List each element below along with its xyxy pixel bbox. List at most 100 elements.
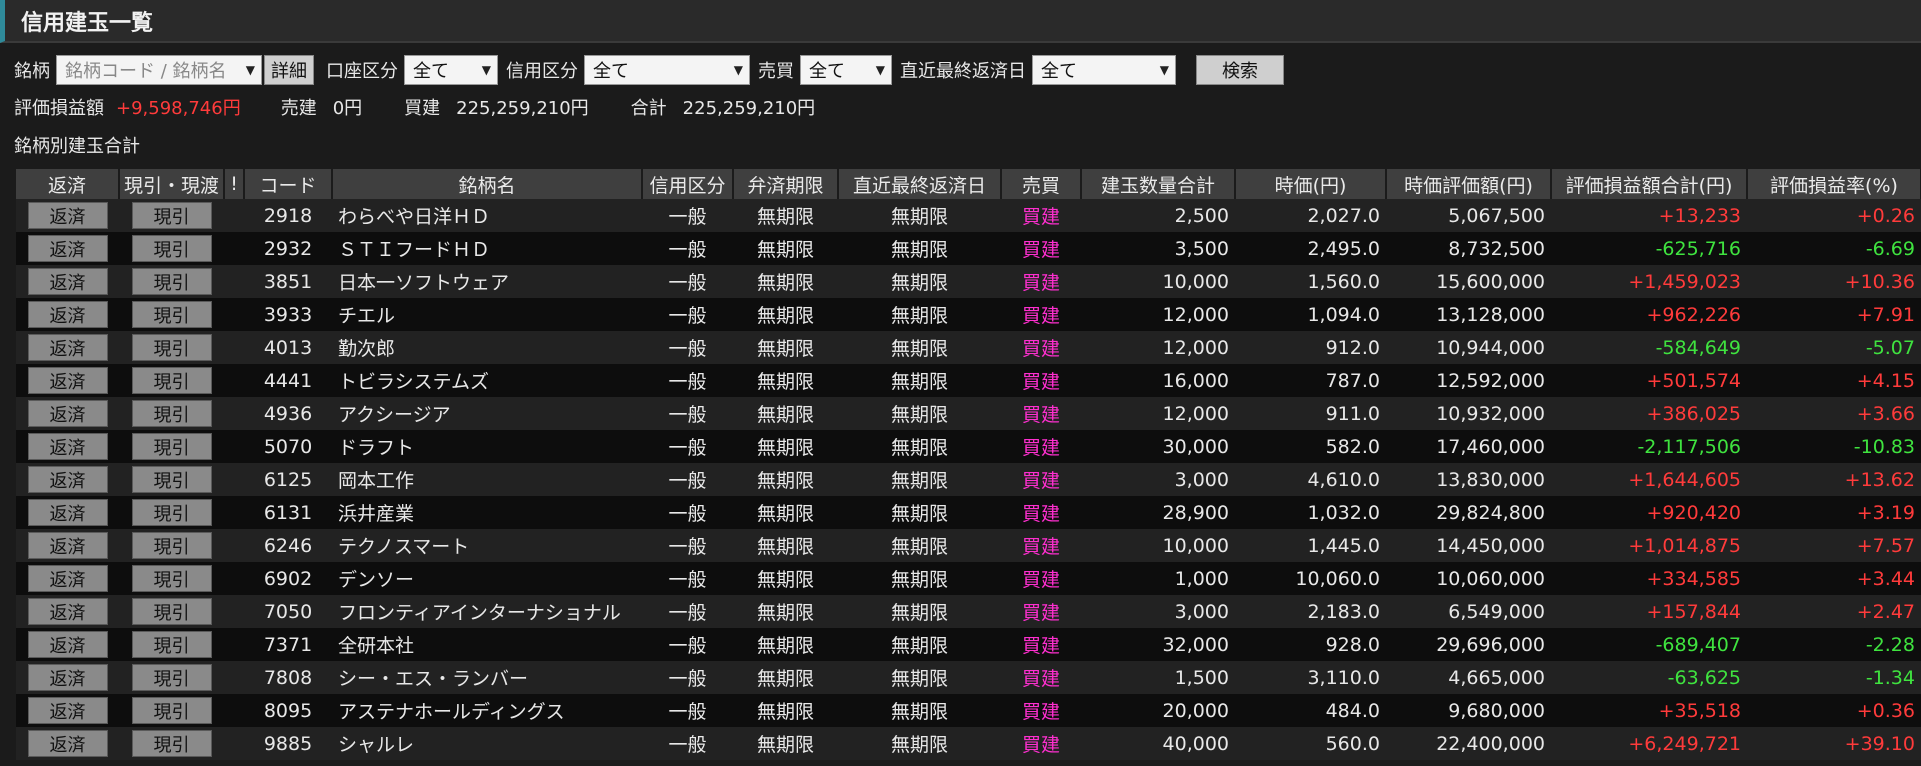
repay-button[interactable]: 返済 — [27, 268, 108, 295]
table-row[interactable]: 返済 現引 7371 全研本社 一般 無期限 無期限 買建 32,000 928.0 29,696,… — [16, 628, 1921, 661]
delivery-button[interactable]: 現引 — [131, 598, 212, 625]
name-cell[interactable]: ＳＴＩフードＨＤ — [332, 232, 642, 265]
chevron-down-icon[interactable]: ▼ — [246, 63, 255, 77]
delivery-button[interactable]: 現引 — [131, 631, 212, 658]
detail-button[interactable]: 詳細 — [264, 55, 314, 85]
due-select[interactable]: 全て ▼ — [1032, 55, 1176, 85]
brand-combobox[interactable]: 銘柄コード / 銘柄名 ▼ — [56, 55, 262, 85]
limit-cell: 無期限 — [733, 628, 838, 661]
table-row[interactable]: 返済 現引 4441 トビラシステムズ 一般 無期限 無期限 買建 16,000 787.0 12,… — [16, 364, 1921, 397]
repay-button[interactable]: 返済 — [27, 400, 108, 427]
table-row[interactable]: 返済 現引 5070 ドラフト 一般 無期限 無期限 買建 30,000 582.0 17,460,… — [16, 430, 1921, 463]
name-cell[interactable]: チエル — [332, 298, 642, 331]
repay-button[interactable]: 返済 — [27, 301, 108, 328]
repay-button[interactable]: 返済 — [27, 466, 108, 493]
delivery-button[interactable]: 現引 — [131, 202, 212, 229]
repay-button[interactable]: 返済 — [27, 565, 108, 592]
delivery-button[interactable]: 現引 — [131, 532, 212, 559]
name-cell[interactable]: フロンティアインターナショナル — [332, 595, 642, 628]
delivery-button[interactable]: 現引 — [131, 697, 212, 724]
name-cell[interactable]: わらべや日洋ＨＤ — [332, 199, 642, 232]
header-alert[interactable]: ! — [224, 169, 245, 199]
table-row[interactable]: 返済 現引 4936 アクシージア 一般 無期限 無期限 買建 12,000 911.0 10,93… — [16, 397, 1921, 430]
name-cell[interactable]: 全研本社 — [332, 628, 642, 661]
repay-button[interactable]: 返済 — [27, 598, 108, 625]
header-rate[interactable]: 評価損益率(%) — [1747, 169, 1921, 199]
delivery-button[interactable]: 現引 — [131, 664, 212, 691]
name-cell[interactable]: 勤次郎 — [332, 331, 642, 364]
repay-button[interactable]: 返済 — [27, 631, 108, 658]
rate-cell: +39.10 — [1747, 727, 1921, 760]
delivery-button[interactable]: 現引 — [131, 367, 212, 394]
header-pl[interactable]: 評価損益額合計(円) — [1551, 169, 1748, 199]
name-cell[interactable]: トビラシステムズ — [332, 364, 642, 397]
brand-input[interactable]: 銘柄コード / 銘柄名 — [65, 57, 227, 83]
delivery-button[interactable]: 現引 — [131, 400, 212, 427]
header-qty[interactable]: 建玉数量合計 — [1081, 169, 1236, 199]
repay-button[interactable]: 返済 — [27, 334, 108, 361]
repay-button[interactable]: 返済 — [27, 697, 108, 724]
header-value[interactable]: 時価評価額(円) — [1386, 169, 1552, 199]
account-select[interactable]: 全て ▼ — [404, 55, 498, 85]
table-row[interactable]: 返済 現引 3933 チエル 一般 無期限 無期限 買建 12,000 1,094.0 13,128… — [16, 298, 1921, 331]
delivery-button[interactable]: 現引 — [131, 334, 212, 361]
table-row[interactable]: 返済 現引 4013 勤次郎 一般 無期限 無期限 買建 12,000 912.0 10,944,0… — [16, 331, 1921, 364]
name-cell[interactable]: シー・エス・ランバー — [332, 661, 642, 694]
header-code[interactable]: コード — [244, 169, 333, 199]
header-repay[interactable]: 返済 — [16, 169, 120, 199]
table-row[interactable]: 返済 現引 7808 シー・エス・ランバー 一般 無期限 無期限 買建 1,500 3,110.0… — [16, 661, 1921, 694]
table-row[interactable]: 返済 現引 3851 日本一ソフトウェア 一般 無期限 無期限 買建 10,000 1,560.0… — [16, 265, 1921, 298]
repay-button[interactable]: 返済 — [27, 730, 108, 757]
repay-button[interactable]: 返済 — [27, 367, 108, 394]
value-cell: 5,067,500 — [1386, 199, 1551, 232]
table-row[interactable]: 返済 現引 6125 岡本工作 一般 無期限 無期限 買建 3,000 4,610.0 13,830… — [16, 463, 1921, 496]
header-delivery[interactable]: 現引・現渡 — [119, 169, 225, 199]
delivery-button[interactable]: 現引 — [131, 268, 212, 295]
delivery-button[interactable]: 現引 — [131, 466, 212, 493]
name-cell[interactable]: 浜井産業 — [332, 496, 642, 529]
search-button[interactable]: 検索 — [1196, 55, 1284, 85]
header-due[interactable]: 直近最終返済日 — [838, 169, 1002, 199]
delivery-button[interactable]: 現引 — [131, 301, 212, 328]
name-cell[interactable]: シャルレ — [332, 727, 642, 760]
name-cell[interactable]: デンソー — [332, 562, 642, 595]
table-row[interactable]: 返済 現引 2932 ＳＴＩフードＨＤ 一般 無期限 無期限 買建 3,500 2,495.0 8,… — [16, 232, 1921, 265]
due-cell: 無期限 — [838, 430, 1001, 463]
header-side[interactable]: 売買 — [1001, 169, 1082, 199]
repay-button[interactable]: 返済 — [27, 499, 108, 526]
header-price[interactable]: 時価(円) — [1235, 169, 1387, 199]
table-row[interactable]: 返済 現引 2918 わらべや日洋ＨＤ 一般 無期限 無期限 買建 2,500 2,027.0 5,… — [16, 199, 1921, 232]
price-cell: 928.0 — [1235, 628, 1386, 661]
table-row[interactable]: 返済 現引 8095 アステナホールディングス 一般 無期限 無期限 買建 20,000 484.… — [16, 694, 1921, 727]
delivery-button[interactable]: 現引 — [131, 565, 212, 592]
name-cell[interactable]: アクシージア — [332, 397, 642, 430]
name-cell[interactable]: 日本一ソフトウェア — [332, 265, 642, 298]
header-limit[interactable]: 弁済期限 — [733, 169, 839, 199]
name-cell[interactable]: アステナホールディングス — [332, 694, 642, 727]
limit-cell: 無期限 — [733, 232, 838, 265]
total-label: 合計 — [630, 98, 667, 119]
repay-button[interactable]: 返済 — [27, 235, 108, 262]
trade-select[interactable]: 全て ▼ — [800, 55, 892, 85]
table-row[interactable]: 返済 現引 6902 デンソー 一般 無期限 無期限 買建 1,000 10,060.0 10,06… — [16, 562, 1921, 595]
name-cell[interactable]: ドラフト — [332, 430, 642, 463]
table-row[interactable]: 返済 現引 6246 テクノスマート 一般 無期限 無期限 買建 10,000 1,445.0 14… — [16, 529, 1921, 562]
delivery-button[interactable]: 現引 — [131, 499, 212, 526]
credit-cell: 一般 — [642, 331, 733, 364]
repay-button[interactable]: 返済 — [27, 532, 108, 559]
delivery-button[interactable]: 現引 — [131, 730, 212, 757]
credit-select[interactable]: 全て ▼ — [584, 55, 750, 85]
name-cell[interactable]: 岡本工作 — [332, 463, 642, 496]
table-row[interactable]: 返済 現引 9885 シャルレ 一般 無期限 無期限 買建 40,000 560.0 22,400,… — [16, 727, 1921, 760]
delivery-button[interactable]: 現引 — [131, 433, 212, 460]
repay-button[interactable]: 返済 — [27, 202, 108, 229]
delivery-button[interactable]: 現引 — [131, 235, 212, 262]
header-credit[interactable]: 信用区分 — [642, 169, 734, 199]
header-name[interactable]: 銘柄名 — [332, 169, 643, 199]
repay-button[interactable]: 返済 — [27, 433, 108, 460]
table-row[interactable]: 返済 現引 7050 フロンティアインターナショナル 一般 無期限 無期限 買建 3,000 2,… — [16, 595, 1921, 628]
table-row[interactable]: 返済 現引 6131 浜井産業 一般 無期限 無期限 買建 28,900 1,032.0 29,82… — [16, 496, 1921, 529]
name-cell[interactable]: テクノスマート — [332, 529, 642, 562]
qty-cell: 20,000 — [1081, 694, 1235, 727]
repay-button[interactable]: 返済 — [27, 664, 108, 691]
